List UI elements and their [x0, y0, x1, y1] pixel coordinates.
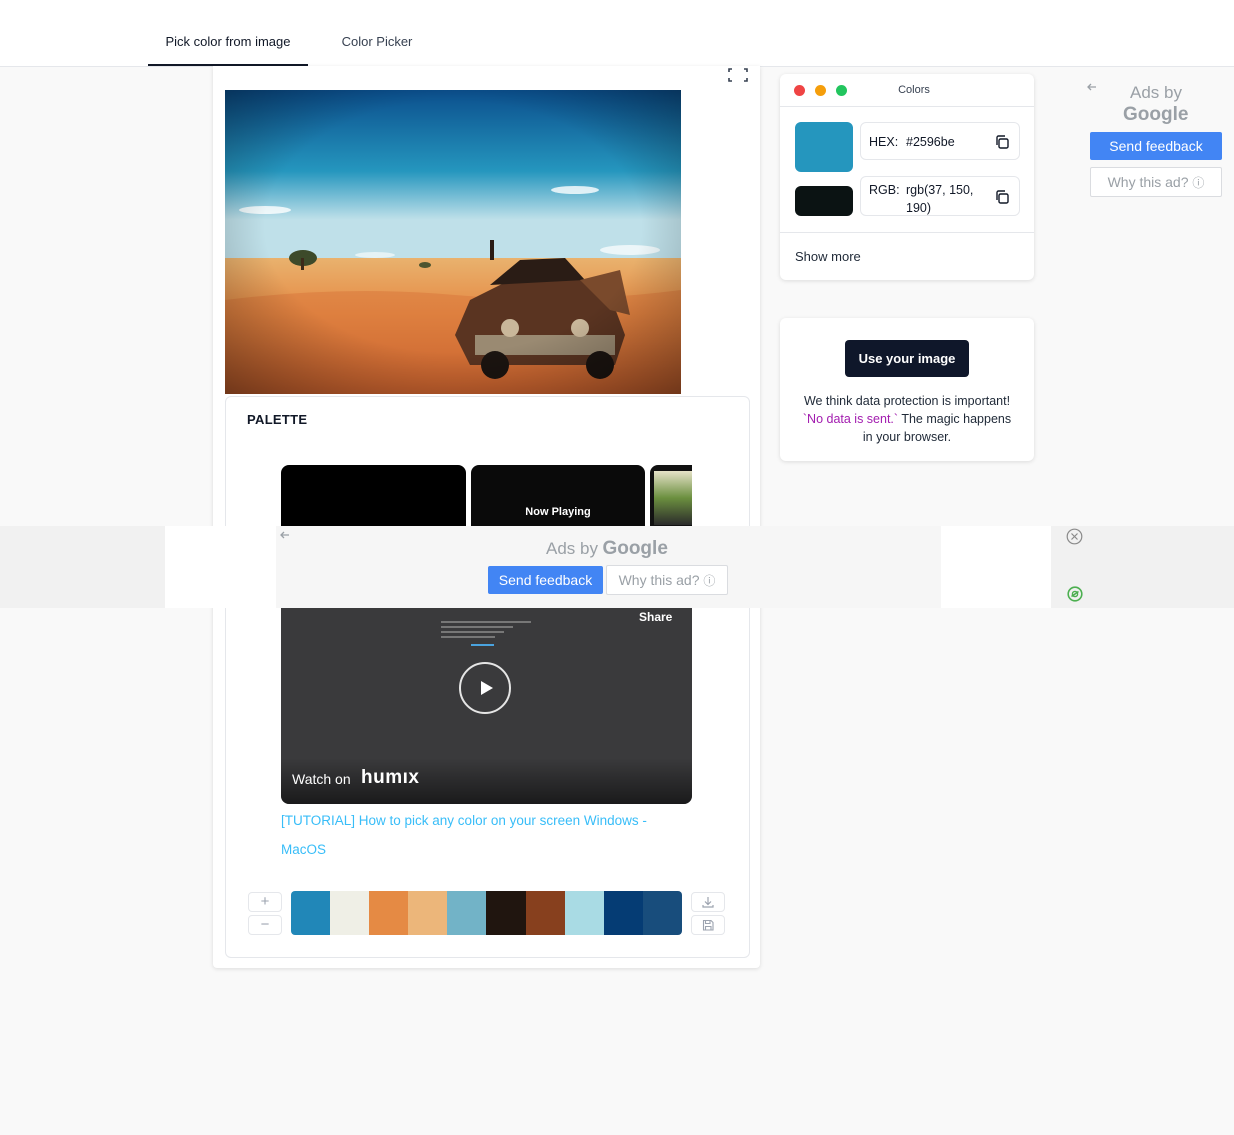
show-more-link[interactable]: Show more: [795, 249, 861, 264]
overlay-ads-by-google: Ads by Google: [546, 538, 668, 560]
download-button[interactable]: [691, 892, 725, 912]
data-protection-panel: Use your image We think data protection …: [780, 318, 1034, 461]
overlay-ad-margin: [941, 526, 1051, 608]
video-share-label[interactable]: Share: [639, 610, 672, 624]
colors-panel: Colors HEX: #2596be RGB: rgb(37, 150, 19…: [780, 74, 1034, 280]
google-label: Google: [1123, 104, 1189, 125]
close-ad-icon[interactable]: [1066, 528, 1083, 545]
playlist-tile[interactable]: [650, 465, 692, 527]
playlist-tile[interactable]: [281, 465, 466, 527]
info-icon: ⓘ: [703, 574, 716, 588]
why-this-ad-label: Why this ad?: [618, 572, 700, 588]
fullscreen-icon[interactable]: [728, 68, 748, 82]
back-arrow-icon[interactable]: [279, 529, 291, 541]
play-icon: [481, 681, 493, 695]
hex-value-box: HEX: #2596be: [860, 122, 1020, 160]
primary-color-swatch[interactable]: [795, 122, 853, 172]
palette-color-swatch[interactable]: [447, 891, 487, 935]
save-button[interactable]: [691, 915, 725, 935]
now-playing-label: Now Playing: [525, 506, 591, 518]
rgb-value-line1[interactable]: rgb(37, 150,: [906, 183, 973, 197]
palette-title: PALETTE: [247, 412, 308, 427]
palette-color-swatch[interactable]: [408, 891, 448, 935]
palette-strip: [291, 891, 682, 935]
data-protection-text: We think data protection is important! `…: [800, 392, 1014, 446]
rgb-value-box: RGB: rgb(37, 150, 190): [860, 176, 1020, 216]
back-arrow-icon[interactable]: [1086, 81, 1098, 93]
divider: [780, 106, 1034, 107]
watch-on-bar: Watch on humıx: [281, 758, 692, 804]
palette-color-swatch[interactable]: [486, 891, 526, 935]
palette-color-swatch[interactable]: [603, 891, 643, 935]
ad-choices-icon[interactable]: [1067, 586, 1083, 602]
why-this-ad-button[interactable]: Why this ad? ⓘ: [1090, 167, 1222, 197]
use-your-image-button[interactable]: Use your image: [845, 340, 969, 377]
palette-color-swatch[interactable]: [330, 891, 370, 935]
video-title-link[interactable]: [TUTORIAL] How to pick any color on your…: [281, 806, 681, 864]
add-color-button[interactable]: +: [248, 892, 282, 912]
ads-by-label: Ads by: [546, 539, 598, 558]
copy-icon[interactable]: [994, 134, 1010, 150]
colors-panel-title: Colors: [898, 84, 930, 96]
palette-color-swatch[interactable]: [525, 891, 565, 935]
rgb-label: RGB:: [869, 183, 900, 197]
ads-by-label: Ads by: [1130, 83, 1182, 102]
divider: [780, 232, 1034, 233]
download-icon: [702, 897, 714, 908]
source-image[interactable]: [225, 90, 681, 394]
data-protection-text-1: We think data protection is important!: [803, 394, 1011, 408]
top-tabbar: Pick color from image Color Picker: [0, 0, 1234, 67]
secondary-color-swatch[interactable]: [795, 186, 853, 216]
overlay-send-feedback-button[interactable]: Send feedback: [488, 566, 603, 594]
remove-color-button[interactable]: −: [248, 915, 282, 935]
rgb-value-line2[interactable]: 190): [906, 201, 931, 215]
play-button[interactable]: [459, 662, 511, 714]
hex-value[interactable]: #2596be: [906, 135, 955, 149]
video-playlist: Now Playing: [281, 465, 692, 527]
info-icon: ⓘ: [1192, 176, 1205, 190]
copy-icon[interactable]: [994, 189, 1010, 205]
palette-color-swatch[interactable]: [642, 891, 682, 935]
tile-thumbnail: [654, 471, 692, 525]
overlay-why-this-ad-button[interactable]: Why this ad? ⓘ: [606, 565, 728, 595]
overlay-ad-margin: [165, 526, 276, 608]
palette-color-swatch[interactable]: [291, 891, 331, 935]
video-content-preview: [441, 618, 531, 654]
humix-logo[interactable]: humıx: [361, 767, 419, 789]
why-this-ad-label: Why this ad?: [1107, 174, 1189, 190]
watch-on-label[interactable]: Watch on: [292, 771, 351, 787]
tab-color-picker[interactable]: Color Picker: [328, 22, 426, 66]
tab-pick-color-from-image[interactable]: Pick color from image: [148, 22, 308, 66]
no-data-sent-highlight: `No data is sent.`: [802, 412, 899, 426]
palette-color-swatch[interactable]: [369, 891, 409, 935]
save-icon: [702, 919, 714, 931]
palette-color-swatch[interactable]: [564, 891, 604, 935]
hex-label: HEX:: [869, 135, 899, 149]
playlist-tile-now-playing[interactable]: Now Playing: [471, 465, 645, 527]
send-feedback-button[interactable]: Send feedback: [1090, 132, 1222, 160]
google-label: Google: [602, 538, 668, 559]
video-player[interactable]: Share Watch on humıx: [281, 606, 692, 804]
